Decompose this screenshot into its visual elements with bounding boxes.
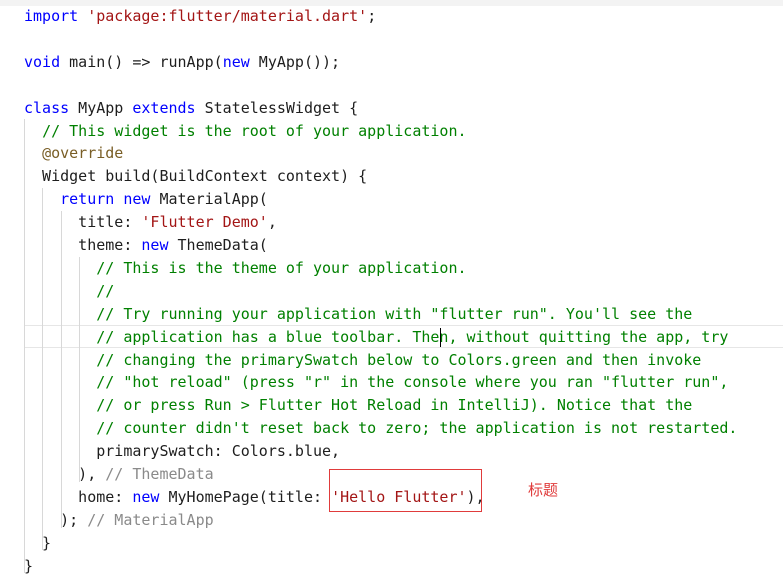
code-token: StatelessWidget {: [195, 98, 359, 117]
annotation-label: 标题: [528, 481, 559, 499]
code-token: 'Flutter Demo': [141, 213, 268, 232]
code-line[interactable]: ), // ThemeData: [24, 463, 214, 486]
code-token: // changing the primarySwatch below to C…: [96, 350, 702, 369]
code-line[interactable]: // "hot reload" (press "r" in the consol…: [24, 371, 728, 394]
code-line[interactable]: // This widget is the root of your appli…: [24, 120, 467, 143]
code-line[interactable]: theme: new ThemeData(: [24, 234, 268, 257]
code-line[interactable]: // application has a blue toolbar. Then,…: [24, 326, 728, 349]
code-token: extends: [132, 98, 196, 117]
code-token: }: [24, 533, 52, 552]
code-line[interactable]: // or press Run > Flutter Hot Reload in …: [24, 394, 692, 417]
code-token: home:: [24, 487, 133, 506]
code-token: MyApp());: [249, 52, 341, 71]
code-token: class: [24, 98, 70, 117]
code-line[interactable]: // counter didn't reset back to zero; th…: [24, 417, 737, 440]
code-token: // MaterialApp: [87, 510, 214, 529]
code-line[interactable]: import 'package:flutter/material.dart';: [24, 5, 376, 28]
code-token: new: [132, 487, 160, 506]
code-token: void: [24, 52, 61, 71]
code-token: ThemeData(: [168, 236, 268, 254]
code-line[interactable]: // Try running your application with "fl…: [24, 303, 692, 326]
annotation-highlight-box: [329, 469, 482, 512]
code-token: // This widget is the root of your appli…: [42, 121, 467, 140]
code-line[interactable]: Widget build(BuildContext context) {: [24, 165, 367, 188]
code-line[interactable]: // changing the primarySwatch below to C…: [24, 349, 701, 372]
code-editor[interactable]: import 'package:flutter/material.dart'; v…: [0, 0, 783, 582]
code-line[interactable]: }: [24, 532, 51, 555]
code-token: new: [123, 190, 151, 209]
code-token: // This is the theme of your application…: [96, 258, 467, 277]
code-token: // counter didn't reset back to zero; th…: [96, 419, 738, 438]
code-token: MaterialApp(: [150, 190, 268, 209]
code-token: // Try running your application with "fl…: [96, 304, 693, 323]
code-token: title:: [24, 213, 142, 232]
code-token: 'package:flutter/material.dart': [87, 7, 368, 25]
code-token: main() => runApp(: [60, 52, 223, 71]
code-token: // or press Run > Flutter Hot Reload in …: [96, 396, 693, 415]
code-token: ),: [24, 465, 106, 483]
code-token: return: [60, 190, 115, 209]
code-token: primarySwatch: Colors.blue,: [24, 442, 341, 461]
code-token: ;: [367, 7, 377, 25]
code-line[interactable]: //: [24, 280, 114, 303]
code-token: @override: [42, 144, 124, 163]
code-token: new: [141, 236, 169, 254]
code-line[interactable]: @override: [24, 142, 123, 165]
code-line[interactable]: primarySwatch: Colors.blue,: [24, 440, 340, 463]
code-token: MyApp: [69, 98, 133, 117]
code-token: }: [24, 556, 34, 575]
code-line[interactable]: void main() => runApp(new MyApp());: [24, 51, 340, 74]
code-token: //: [96, 281, 115, 300]
code-line[interactable]: class MyApp extends StatelessWidget {: [24, 97, 358, 120]
text-cursor: [440, 328, 441, 347]
code-token: new: [222, 52, 250, 71]
code-token: Widget build(BuildContext context) {: [24, 167, 368, 186]
code-token: theme:: [24, 236, 142, 254]
code-token: // ThemeData: [105, 465, 214, 483]
code-token: ,: [267, 213, 277, 232]
code-token: );: [24, 510, 88, 529]
code-line[interactable]: title: 'Flutter Demo',: [24, 211, 277, 234]
code-line[interactable]: // This is the theme of your application…: [24, 257, 467, 280]
code-token: // application has a blue toolbar. Then,…: [96, 327, 729, 346]
code-line[interactable]: ); // MaterialApp: [24, 509, 214, 532]
code-token: MyHomePage(title:: [159, 487, 332, 506]
code-line[interactable]: return new MaterialApp(: [24, 188, 268, 211]
code-line[interactable]: }: [24, 555, 33, 578]
code-token: // "hot reload" (press "r" in the consol…: [96, 373, 729, 392]
code-token: import: [24, 7, 79, 25]
